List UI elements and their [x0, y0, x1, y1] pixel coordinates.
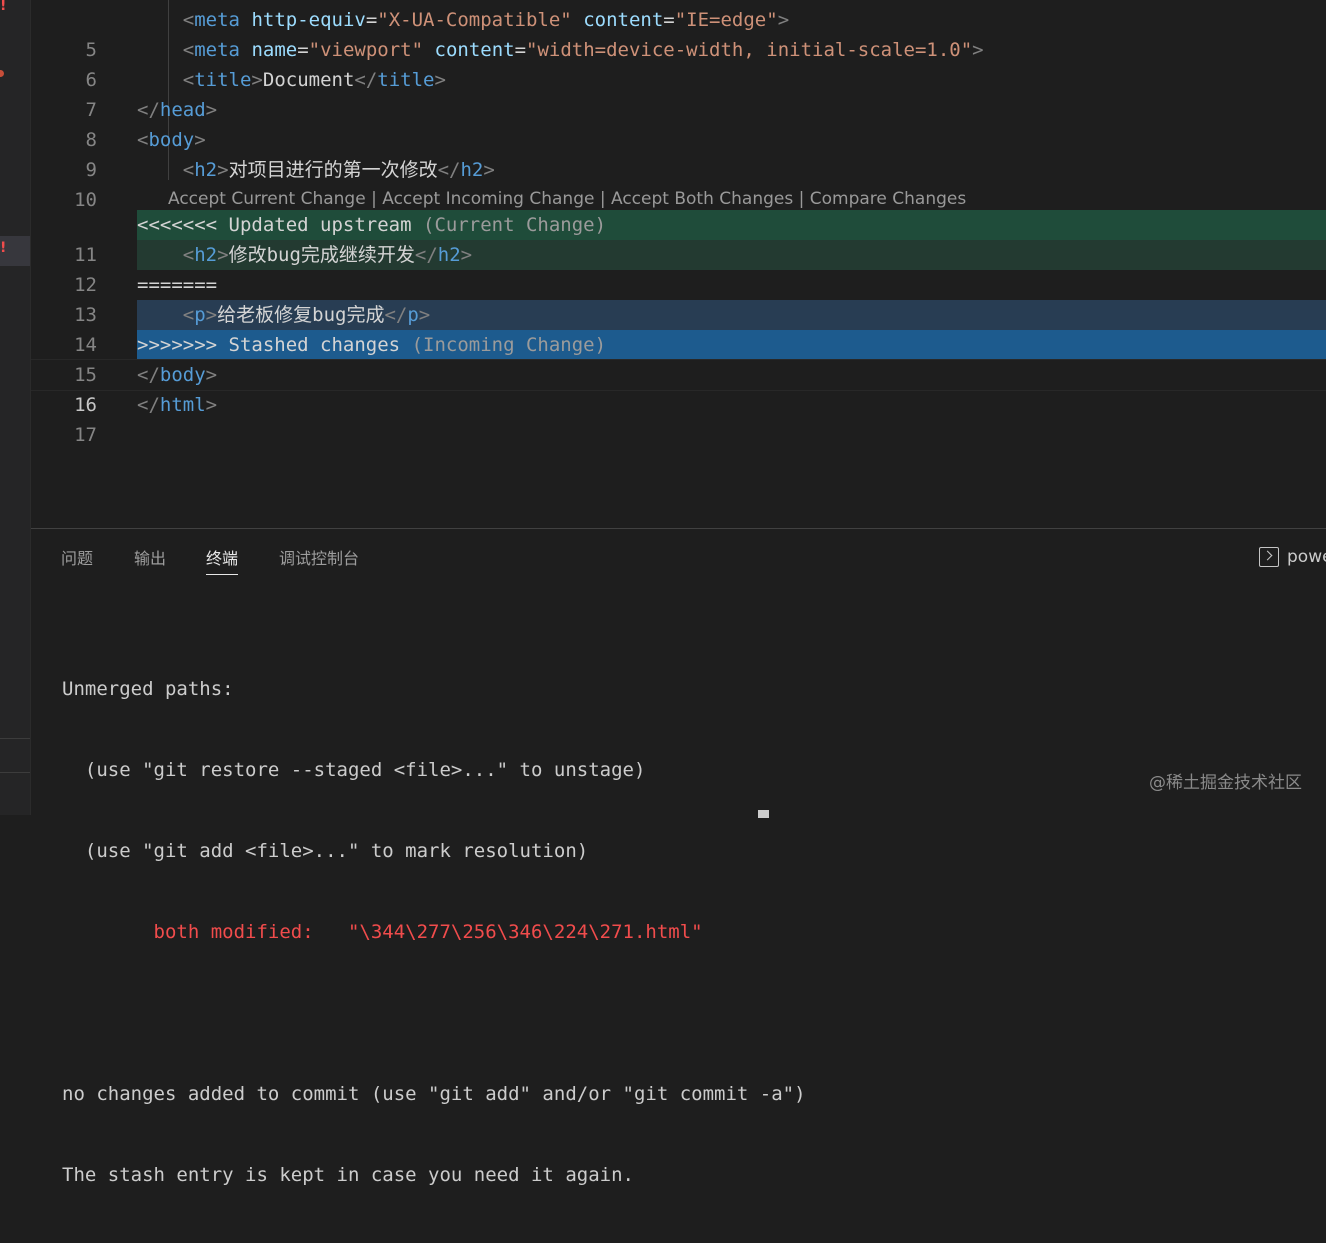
tab-debug-console[interactable]: 调试控制台	[279, 547, 359, 571]
conflict-current-body: <h2>修改bug完成继续开发</h2>	[137, 240, 1326, 270]
code-line[interactable]: 15 >>>>>>> Stashed changes (Incoming Cha…	[31, 330, 1326, 386]
code-line[interactable]: 13 =======	[31, 270, 1326, 326]
accept-incoming-change-link[interactable]: Accept Incoming Change	[382, 189, 594, 209]
conflict-incoming-header: >>>>>>> Stashed changes (Incoming Change…	[137, 330, 1326, 360]
code-content: </body>	[137, 364, 218, 386]
terminal-line: (use "git add <file>..." to mark resolut…	[62, 840, 589, 862]
terminal-line: (use "git restore --staged <file>..." to…	[62, 759, 646, 781]
activity-divider	[0, 738, 30, 739]
code-line[interactable]: 12 <h2>修改bug完成继续开发</h2>	[31, 240, 1326, 296]
code-line[interactable]: 8 </head>	[31, 95, 1326, 151]
tab-terminal[interactable]: 终端	[206, 547, 239, 575]
compare-changes-link[interactable]: Compare Changes	[810, 189, 966, 209]
terminal-icon[interactable]	[1259, 547, 1279, 567]
terminal-shell-label[interactable]: powe	[1287, 547, 1326, 567]
tab-output[interactable]: 输出	[134, 547, 166, 571]
terminal-line: The stash entry is kept in case you need…	[62, 1164, 634, 1186]
accept-both-changes-link[interactable]: Accept Both Changes	[611, 189, 793, 209]
code-content: </head>	[137, 99, 218, 121]
code-line[interactable]: 9 <body>	[31, 125, 1326, 181]
terminal-line-conflict: both modified: "\344\277\256\346\224\271…	[62, 921, 703, 943]
code-line-active[interactable]: 16 </body>	[31, 359, 1326, 416]
accept-current-change-link[interactable]: Accept Current Change	[168, 189, 366, 209]
code-line[interactable]: 5 <meta http-equiv="X-UA-Compatible" con…	[31, 5, 1326, 61]
terminal-cursor	[758, 810, 769, 818]
code-line[interactable]: 14 <p>给老板修复bug完成</p>	[31, 300, 1326, 356]
code-line[interactable]: 6 <meta name="viewport" content="width=d…	[31, 35, 1326, 91]
activity-divider	[0, 772, 30, 773]
bottom-panel: 问题 输出 终端 调试控制台 powe Unmerged paths: (use…	[31, 529, 1326, 1186]
terminal-line: Unmerged paths:	[62, 678, 234, 700]
code-content: </html>	[137, 394, 218, 416]
error-indicator-icon: !	[0, 0, 7, 14]
conflict-indicator-icon: !	[0, 240, 7, 256]
terminal-line: no changes added to commit (use "git add…	[62, 1083, 806, 1105]
line-number: 17	[74, 424, 97, 446]
code-line[interactable]: 10 <h2>对项目进行的第一次修改</h2>	[31, 155, 1326, 211]
code-line[interactable]: 17 </html>	[31, 390, 1326, 446]
terminal-line: ​	[62, 1000, 806, 1027]
activity-selected-item[interactable]: !	[0, 236, 30, 266]
code-content: <body>	[137, 129, 206, 151]
code-content: <meta name="viewport" content="width=dev…	[182, 39, 984, 61]
terminal-output[interactable]: Unmerged paths: (use "git restore --stag…	[62, 622, 806, 1243]
code-line[interactable]: 7 <title>Document</title>	[31, 65, 1326, 121]
code-content: <title>Document</title>	[182, 69, 446, 91]
conflict-separator: =======	[137, 274, 218, 296]
tab-problems[interactable]: 问题	[61, 547, 93, 571]
code-line[interactable]: 11 <<<<<<< Updated upstream (Current Cha…	[31, 210, 1326, 266]
modified-dot-icon	[0, 70, 4, 77]
activity-bar: ! !	[0, 0, 31, 815]
code-editor[interactable]: 5 <meta http-equiv="X-UA-Compatible" con…	[31, 0, 1326, 528]
code-content: <h2>对项目进行的第一次修改</h2>	[182, 159, 495, 181]
conflict-incoming-body: <p>给老板修复bug完成</p>	[137, 300, 1326, 330]
conflict-current-header: <<<<<<< Updated upstream (Current Change…	[137, 210, 1326, 240]
code-content: <meta http-equiv="X-UA-Compatible" conte…	[182, 9, 790, 31]
watermark: @稀土掘金技术社区	[1149, 773, 1302, 793]
merge-codelens: Accept Current Change | Accept Incoming …	[168, 189, 967, 209]
